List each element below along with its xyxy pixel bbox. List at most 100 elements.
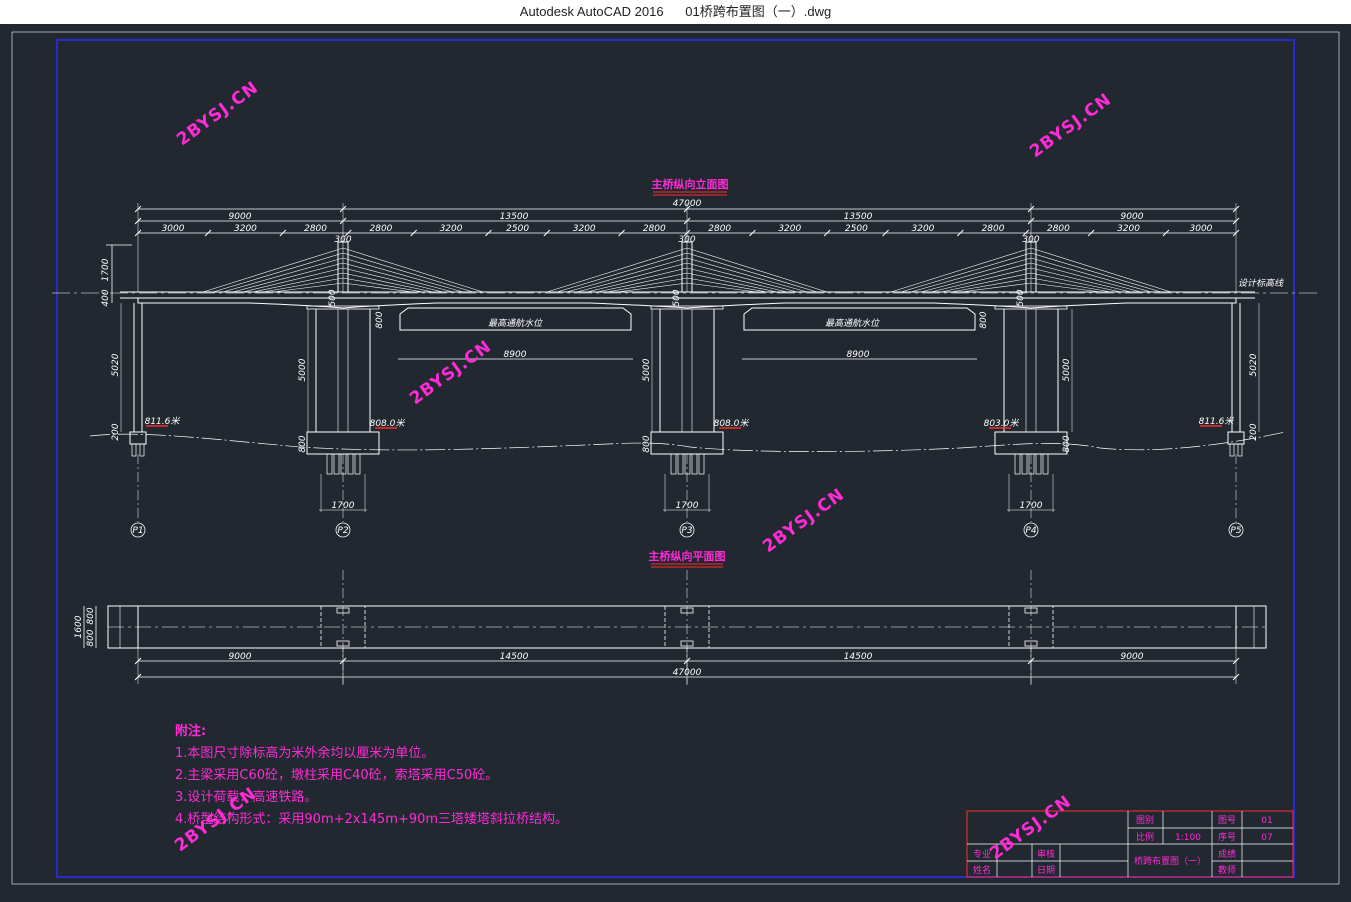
subspan-2: 3200 (234, 224, 257, 234)
watermark-6: 2BYSJ.CN (986, 791, 1075, 864)
pile-cap (994, 431, 1068, 455)
pile-3 (684, 453, 691, 475)
drawing-svg: 主桥纵向立面图 47000 9000 13500 13500 9000 3000… (11, 31, 1340, 885)
dim-span-4: 9000 (1121, 212, 1144, 222)
subspan-6: 2500 (506, 224, 529, 234)
app-name: Autodesk AutoCAD 2016 (519, 4, 664, 19)
cable-right-2-5 (686, 267, 788, 293)
pile-2 (333, 453, 340, 475)
pile-cap-height-label: 200 (111, 423, 121, 440)
watermark-1: 2BYSJ.CN (173, 77, 262, 150)
water-level-label-2: 最高通航水位 (825, 318, 880, 329)
tb-label-date: 日期 (1037, 865, 1055, 876)
ground-line (89, 431, 1286, 452)
subspan-9: 2800 (708, 224, 731, 234)
pier-id-label: P4 (1025, 526, 1036, 536)
ground-elevation-label: 808.0米 (714, 418, 750, 429)
tb-scale-value: 1:100 (1175, 833, 1201, 843)
clearance-height-2: 800 (979, 311, 989, 328)
pile-1 (1229, 443, 1235, 457)
tb-label-serial: 序号 (1218, 831, 1236, 843)
subspan-8: 2800 (643, 224, 666, 234)
girder-depth-2: 500 (672, 289, 682, 306)
subspan-16: 3000 (1190, 224, 1213, 234)
ground-elevation-label: 811.6米 (1199, 416, 1235, 427)
plan-width-half-2: 800 (86, 629, 96, 646)
tb-label-drawing-no: 图号 (1218, 815, 1236, 826)
watermark-3: 2BYSJ.CN (406, 336, 495, 409)
navigation-clearance-2: 最高通航水位 8900 800 (742, 307, 989, 360)
cable-right-3-5 (1030, 267, 1132, 293)
tower-top-3: 300 (1022, 235, 1039, 245)
tb-label-teacher: 教师 (1218, 864, 1236, 876)
pile-1 (131, 443, 137, 457)
girder-depth-1: 500 (328, 289, 338, 306)
tb-label-review: 审核 (1037, 848, 1055, 860)
girder-depth-3: 500 (1016, 289, 1026, 306)
pier-p5: 5020200811.6米P5 (1199, 303, 1260, 538)
dim-tower-height: 1700 (101, 258, 111, 281)
pile-1 (326, 453, 333, 475)
plan-span-3: 14500 (844, 652, 873, 662)
tb-label-score: 成绩 (1218, 848, 1236, 860)
pile-4 (347, 453, 354, 475)
pile-cap-height-label: 800 (642, 435, 652, 452)
piers: 5020 200 811.6米 P1 17005000800808.0米P2 170050… (111, 303, 1260, 538)
ground-elevation-label: 808.0米 (370, 418, 406, 429)
plan-title: 主桥纵向平面图 (649, 549, 726, 563)
subspan-10: 3200 (778, 224, 801, 234)
subspan-15: 3200 (1117, 224, 1140, 234)
tb-drawing-no-value: 01 (1261, 816, 1272, 826)
pier-height-label: 5020 (111, 353, 121, 376)
subspan-5: 3200 (440, 224, 463, 234)
pier-p2: 17005000800808.0米P2 (298, 305, 406, 538)
pile-2 (677, 453, 684, 475)
cable-left-2-3 (566, 257, 688, 293)
pile-2 (139, 443, 145, 457)
notes-heading: 附注: (175, 723, 206, 739)
pier-p3: 17005000800808.0米P3 (642, 305, 750, 538)
ground-elevation-label: 811.6米 (145, 416, 181, 427)
plan-width-half-1: 800 (86, 607, 96, 624)
cable-left-1-5 (242, 267, 344, 293)
watermark-4: 2BYSJ.CN (759, 484, 848, 557)
pile-5 (698, 453, 705, 475)
cable-left-3-3 (910, 257, 1032, 293)
pier-id-label: P5 (1230, 526, 1241, 536)
subspan-11: 2500 (845, 224, 868, 234)
pile-cap (306, 431, 380, 455)
pier-id-label: P3 (681, 526, 692, 536)
drawing-canvas[interactable]: 主桥纵向立面图 47000 9000 13500 13500 9000 3000… (0, 24, 1351, 898)
deck-label: 设计标高线 (1238, 278, 1284, 289)
title-bar: Autodesk AutoCAD 2016 01桥跨布置图（一）.dwg (0, 0, 1351, 24)
tb-serial-value: 07 (1261, 833, 1272, 843)
plan-span-1: 9000 (229, 652, 252, 662)
tb-label-drawing: 图别 (1136, 815, 1154, 826)
pile-5 (354, 453, 361, 475)
subspan-12: 3200 (912, 224, 935, 234)
pile-3 (340, 453, 347, 475)
water-level-label-1: 最高通航水位 (488, 318, 543, 329)
pile-4 (1035, 453, 1042, 475)
plan-width-total: 1600 (74, 615, 84, 638)
subspan-14: 2800 (1047, 224, 1070, 234)
plan-view: 主桥纵向平面图 1600 800 800 9000 14500 14500 90… (74, 549, 1267, 685)
watermark-2: 2BYSJ.CN (1026, 89, 1115, 162)
cable-right-2-7 (686, 277, 768, 293)
pile-1 (670, 453, 677, 475)
nav-width-1: 8900 (504, 350, 527, 360)
pier-p4: 17005000800803.0米P4 (984, 305, 1073, 538)
subspan-4: 2800 (370, 224, 393, 234)
note-2: 2.主梁采用C60砼，墩柱采用C40砼，索塔采用C50砼。 (175, 768, 498, 783)
cable-right-1-5 (342, 267, 444, 293)
cable-left-2-5 (586, 267, 688, 293)
note-1: 1.本图尺寸除标高为米外余均以厘米为单位。 (175, 745, 434, 761)
file-name: 01桥跨布置图（一）.dwg (685, 4, 832, 19)
pile-5 (1042, 453, 1049, 475)
pier-id-label: P1 (132, 526, 143, 536)
pier-height-label: 5020 (1249, 353, 1259, 376)
tb-drawing-title: 桥跨布置图（一） (1134, 855, 1206, 867)
plan-span-2: 14500 (500, 652, 529, 662)
cable-right-1-7 (342, 277, 424, 293)
elevation-title: 主桥纵向立面图 (652, 177, 729, 191)
